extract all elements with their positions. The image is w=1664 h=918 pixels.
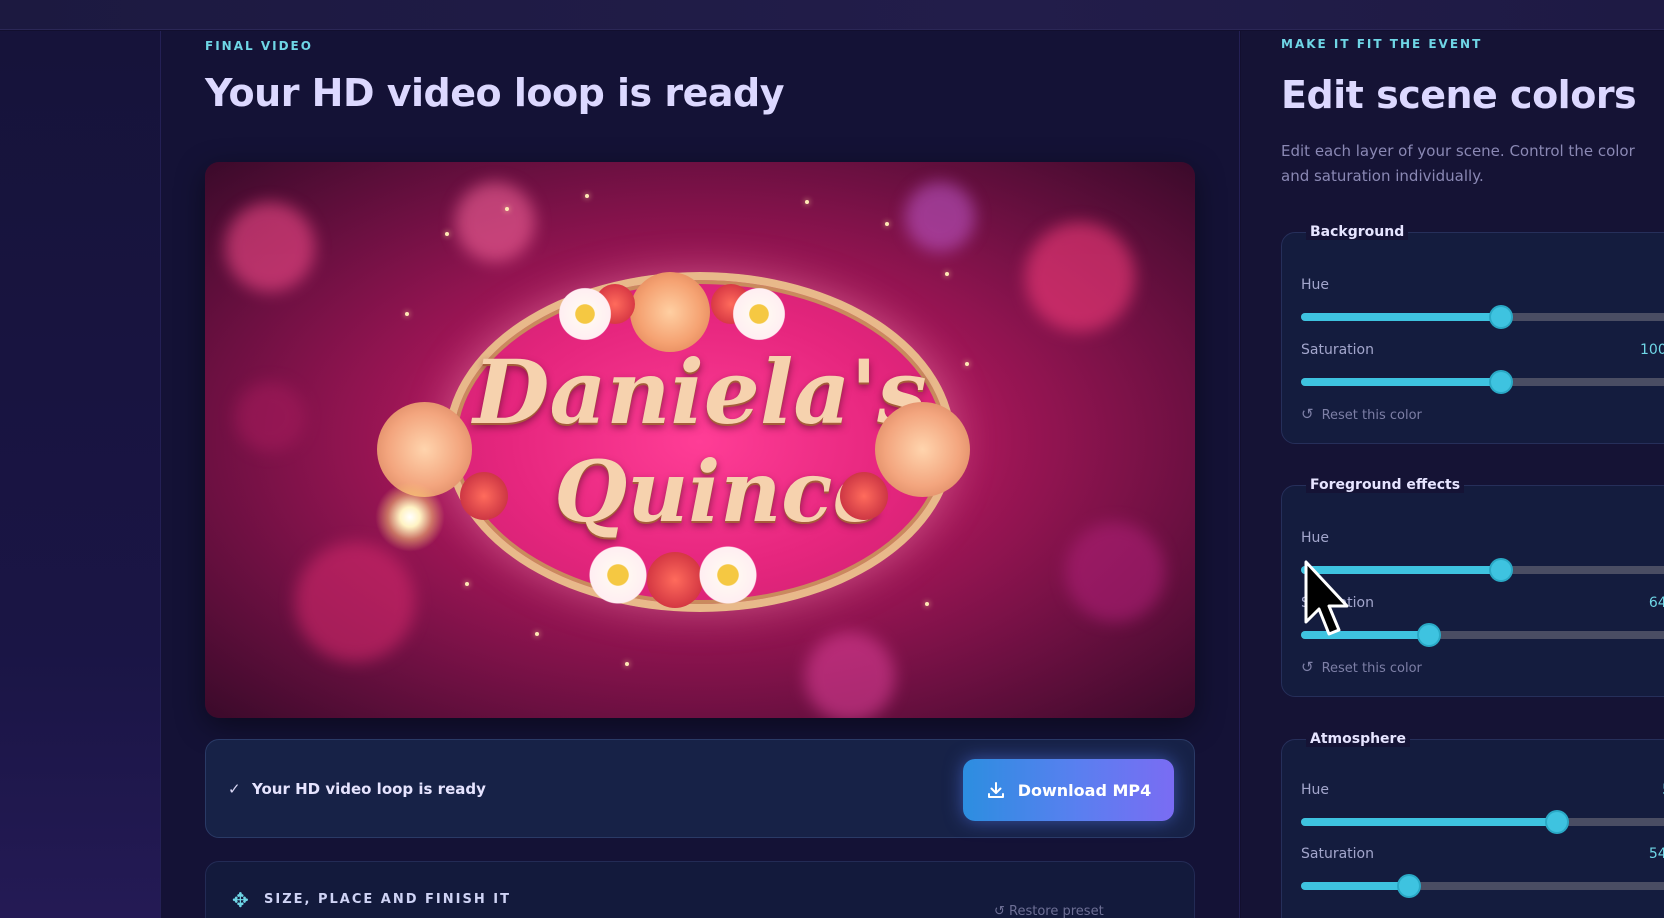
hue-slider[interactable] bbox=[1301, 307, 1664, 327]
undo-icon: ↺ bbox=[1301, 405, 1314, 423]
rose-left bbox=[377, 402, 472, 497]
layer-title: Atmosphere bbox=[1306, 731, 1410, 747]
layer-title: Background bbox=[1306, 224, 1409, 240]
download-icon bbox=[987, 782, 1004, 798]
saturation-label: Saturation bbox=[1301, 846, 1374, 862]
size-panel-label: SIZE, PLACE AND FINISH IT bbox=[264, 892, 511, 907]
hue-slider-thumb[interactable] bbox=[1547, 812, 1567, 832]
saturation-slider[interactable] bbox=[1301, 876, 1664, 896]
download-mp4-button[interactable]: Download MP4 bbox=[963, 759, 1174, 821]
side-eyebrow: MAKE IT FIT THE EVENT bbox=[1281, 37, 1483, 51]
hue-slider[interactable] bbox=[1301, 560, 1664, 580]
saturation-label: Saturation bbox=[1301, 342, 1374, 358]
saturation-slider-thumb[interactable] bbox=[1491, 372, 1511, 392]
final-video-panel: FINAL VIDEO Your HD video loop is ready … bbox=[160, 31, 1240, 918]
hue-slider-thumb[interactable] bbox=[1491, 560, 1511, 580]
ready-status-text: Your HD video loop is ready bbox=[252, 780, 486, 798]
rose-top bbox=[630, 272, 710, 352]
layer-title: Foreground effects bbox=[1306, 477, 1465, 493]
hue-value: 0 bbox=[1640, 277, 1664, 293]
top-bar bbox=[0, 0, 1664, 30]
scene-colors-panel: MAKE IT FIT THE EVENT Edit scene colors … bbox=[1241, 31, 1664, 918]
undo-icon: ↺ bbox=[1301, 658, 1314, 676]
reset-color-button[interactable]: ↺ Reset this color bbox=[1301, 658, 1422, 676]
saturation-slider[interactable] bbox=[1301, 372, 1664, 392]
layer-card-atmosphere: Atmosphere Hue 51 Saturation 54% bbox=[1281, 731, 1664, 918]
check-icon: ✓ bbox=[228, 780, 241, 798]
page-title: Your HD video loop is ready bbox=[205, 71, 785, 115]
restore-preset-button[interactable]: ↺ Restore preset bbox=[994, 904, 1104, 918]
hue-label: Hue bbox=[1301, 277, 1330, 293]
hue-label: Hue bbox=[1301, 530, 1330, 546]
video-preview[interactable]: Daniela's Quince bbox=[205, 162, 1195, 718]
undo-icon: ↺ bbox=[994, 904, 1010, 918]
size-place-finish-panel: ✥ SIZE, PLACE AND FINISH IT ↺ Restore pr… bbox=[205, 861, 1195, 918]
move-icon: ✥ bbox=[232, 888, 249, 912]
ready-status-bar: ✓ Your HD video loop is ready Download M… bbox=[205, 739, 1195, 838]
left-gutter bbox=[0, 31, 160, 918]
layer-card-background: Background Hue 0 Saturation 100% ↺Reset … bbox=[1281, 224, 1664, 444]
hue-label: Hue bbox=[1301, 782, 1330, 798]
mouse-cursor-icon bbox=[1304, 560, 1349, 636]
saturation-value: 100% bbox=[1640, 342, 1664, 358]
light-flare bbox=[375, 482, 445, 552]
download-mp4-label: Download MP4 bbox=[1017, 780, 1152, 800]
hue-slider-thumb[interactable] bbox=[1491, 307, 1511, 327]
saturation-slider[interactable] bbox=[1301, 625, 1664, 645]
hue-slider[interactable] bbox=[1301, 812, 1664, 832]
side-title: Edit scene colors bbox=[1281, 73, 1637, 117]
saturation-slider-thumb[interactable] bbox=[1419, 625, 1439, 645]
saturation-slider-thumb[interactable] bbox=[1399, 876, 1419, 896]
saturation-value: 54% bbox=[1648, 846, 1664, 862]
hue-value: 51 bbox=[1640, 782, 1664, 798]
rose-right bbox=[875, 402, 970, 497]
side-description: Edit each layer of your scene. Control t… bbox=[1281, 142, 1635, 185]
reset-color-button[interactable]: ↺ Reset this color bbox=[1301, 405, 1422, 423]
hue-value: 0 bbox=[1640, 530, 1664, 546]
saturation-value: 64% bbox=[1648, 595, 1664, 611]
final-video-eyebrow: FINAL VIDEO bbox=[205, 39, 313, 53]
